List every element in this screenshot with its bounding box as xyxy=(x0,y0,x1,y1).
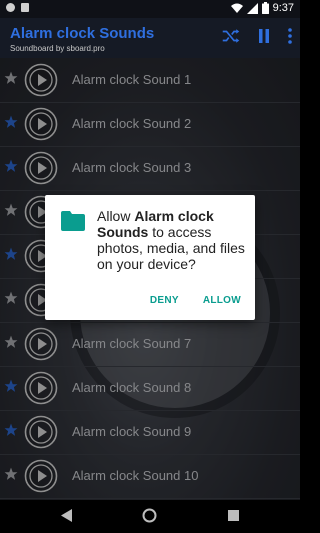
notification-icon xyxy=(6,3,15,12)
dialog-message: Allow Alarm clock Sounds to access photo… xyxy=(97,208,249,272)
folder-icon xyxy=(61,211,85,231)
status-bar: 9:37 xyxy=(0,0,300,18)
battery-icon xyxy=(261,2,269,14)
signal-icon xyxy=(246,2,258,14)
more-vert-icon[interactable] xyxy=(288,28,292,44)
shuffle-icon[interactable] xyxy=(222,28,240,44)
wifi-icon xyxy=(230,3,243,13)
app-title: Alarm clock Sounds xyxy=(10,25,155,42)
dialog-message-prefix: Allow xyxy=(97,208,135,224)
permission-dialog: Allow Alarm clock Sounds to access photo… xyxy=(45,195,255,320)
app-subtitle: Soundboard by sboard.pro xyxy=(10,44,105,53)
allow-button[interactable]: ALLOW xyxy=(203,295,241,306)
back-icon[interactable] xyxy=(61,509,73,522)
home-icon[interactable] xyxy=(142,508,157,523)
status-time: 9:37 xyxy=(272,2,294,14)
app-bar: Alarm clock Sounds Soundboard by sboard.… xyxy=(0,18,300,58)
sd-card-icon xyxy=(21,3,29,12)
pause-icon[interactable] xyxy=(258,29,270,43)
deny-button[interactable]: DENY xyxy=(150,295,179,306)
navigation-bar xyxy=(0,500,300,533)
recents-icon[interactable] xyxy=(228,510,239,521)
